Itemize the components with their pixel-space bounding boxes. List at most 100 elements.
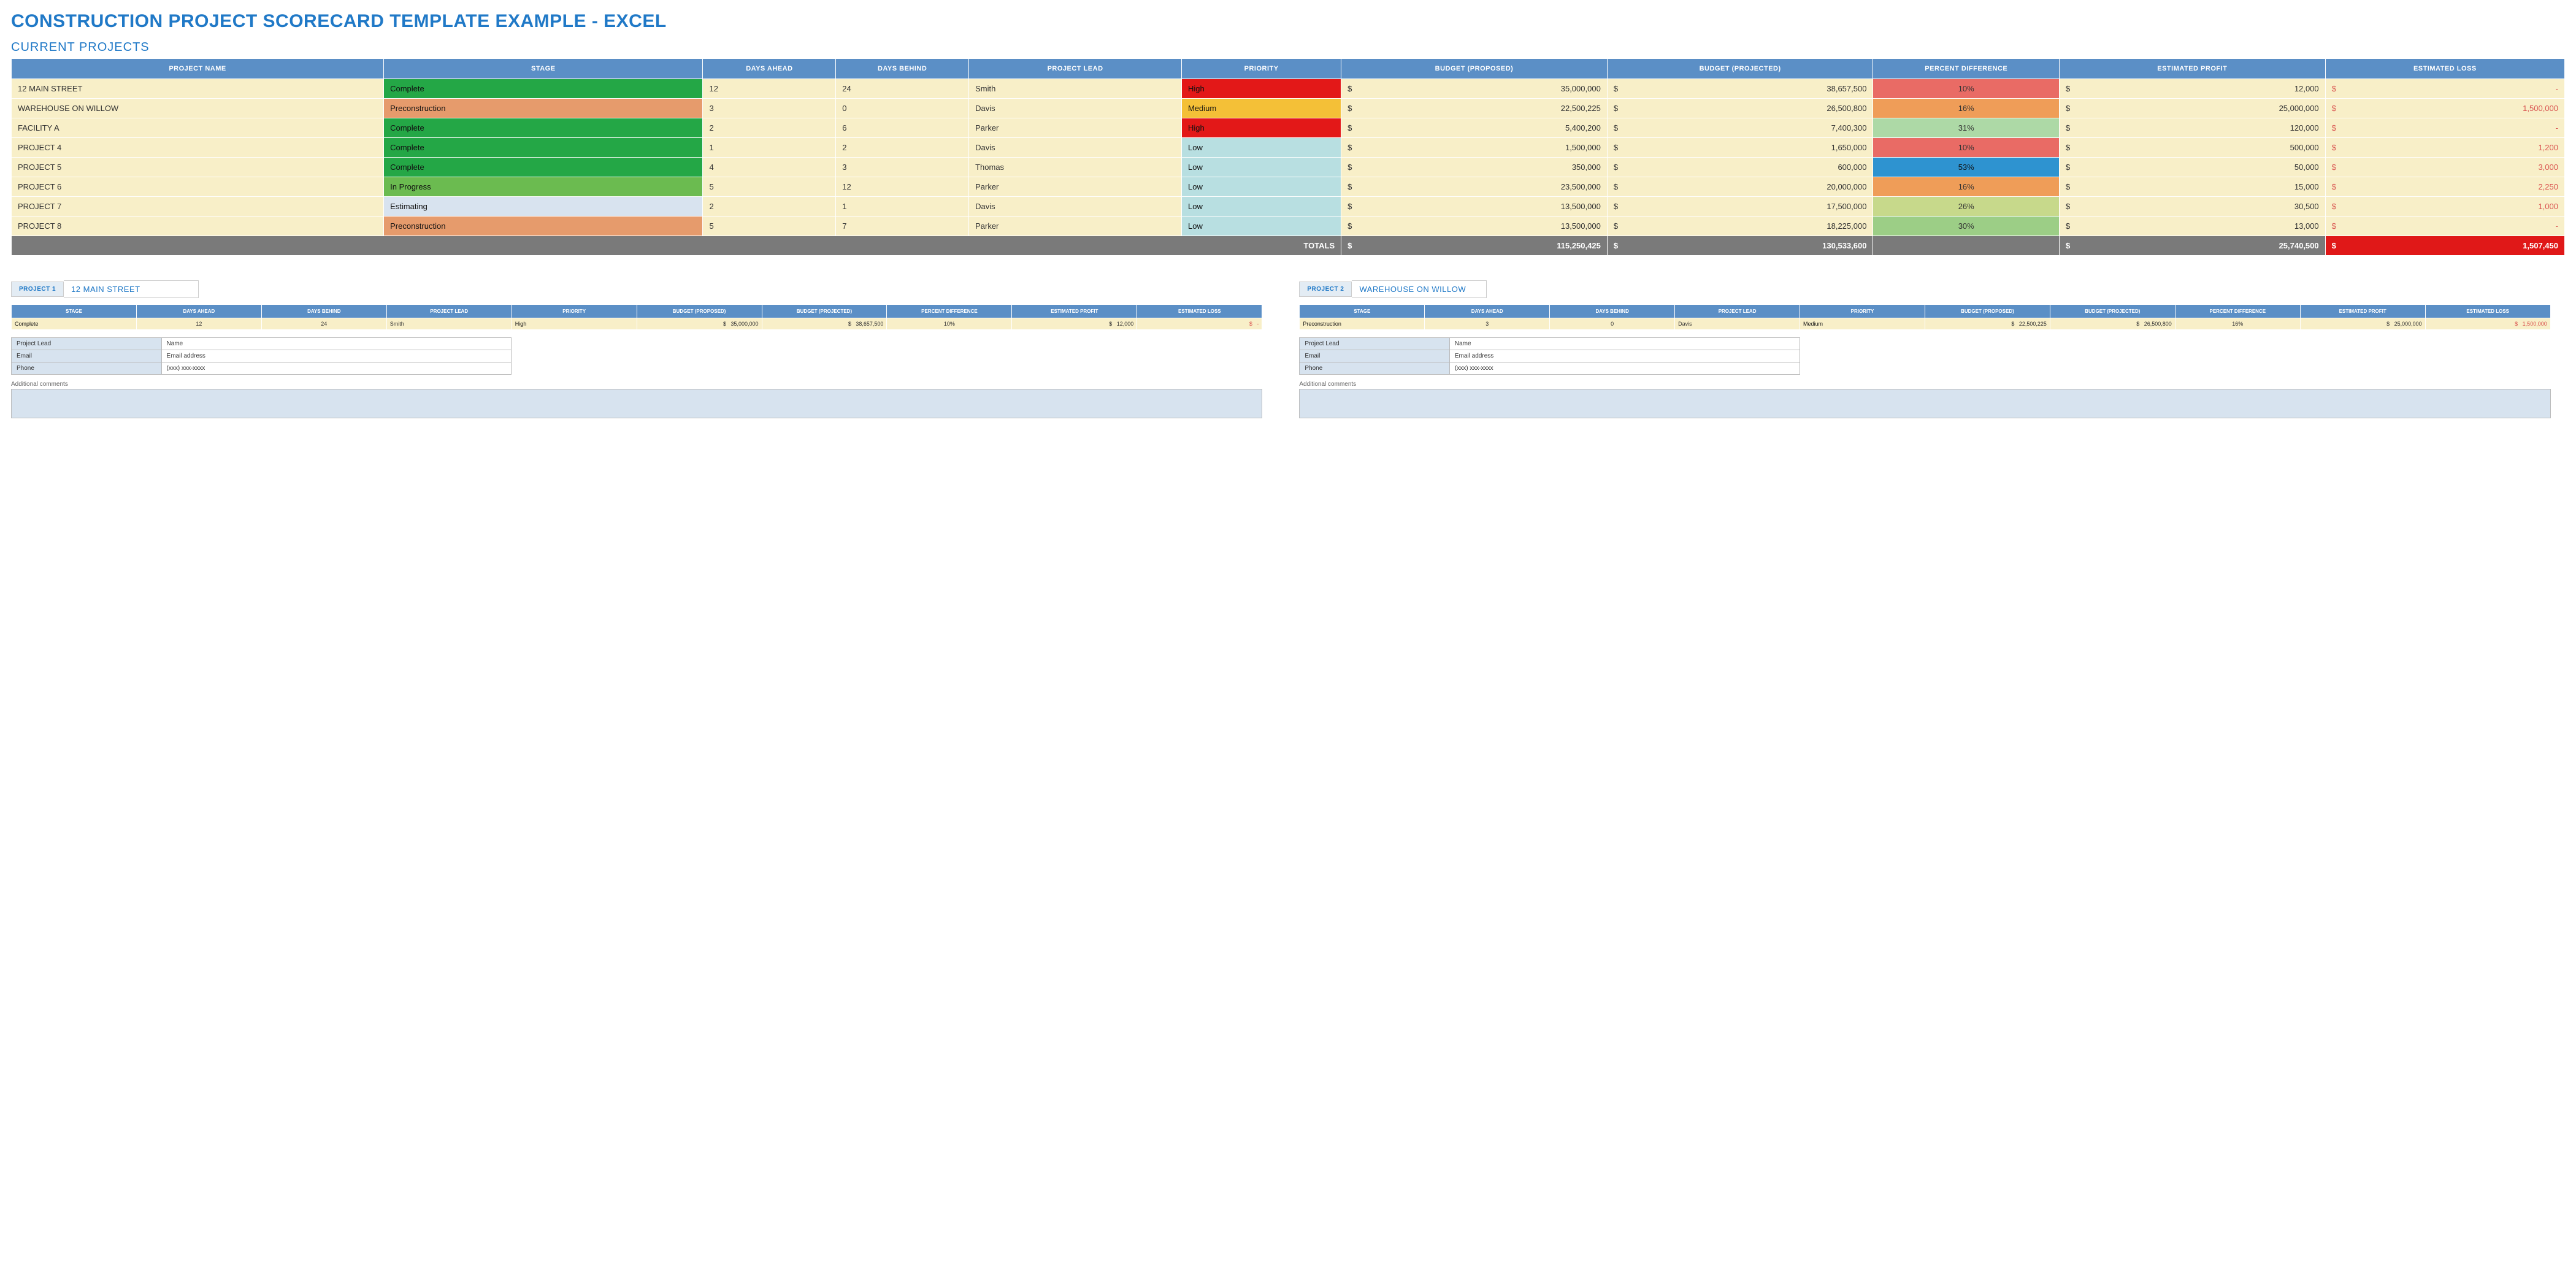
cell-budget-prop: $22,500,225 [1341,99,1608,118]
cell-budget-prop: $35,000,000 [1341,79,1608,99]
cell-lead: Parker [969,177,1182,197]
cell-lead: Parker [969,217,1182,236]
cell-budget-prop: $23,500,000 [1341,177,1608,197]
cell-name: FACILITY A [12,118,384,138]
cell-lead: Davis [969,197,1182,217]
cell-budget-proj: $600,000 [1607,158,1873,177]
mini-col-bprop: BUDGET (PROPOSED) [637,305,762,318]
cell-behind: 0 [836,99,969,118]
cell-priority: Medium [1182,99,1341,118]
table-row: FACILITY AComplete26ParkerHigh$5,400,200… [12,118,2565,138]
mini-col-lead: PROJECT LEAD [386,305,512,318]
mini-profit: $ 25,000,000 [2300,318,2425,330]
table-row: PROJECT 5Complete43ThomasLow$350,000$600… [12,158,2565,177]
cell-profit: $25,000,000 [2060,99,2326,118]
contact-phone-val: (xxx) xxx-xxxx [1449,362,1800,375]
cell-priority: Low [1182,158,1341,177]
cell-priority: High [1182,118,1341,138]
contact-email-val: Email address [161,350,512,362]
mini-col-stage: STAGE [1300,305,1425,318]
totals-loss: $1,507,450 [2325,236,2564,256]
mini-col-ahead: DAYS AHEAD [136,305,261,318]
cell-lead: Thomas [969,158,1182,177]
cell-priority: High [1182,79,1341,99]
mini-bprop: $ 35,000,000 [637,318,762,330]
mini-col-priority: PRIORITY [512,305,637,318]
col-lead: PROJECT LEAD [969,59,1182,79]
mini-priority: High [512,318,637,330]
comments-box[interactable] [11,389,1262,418]
cell-loss: $1,000 [2325,197,2564,217]
contact-phone-val: (xxx) xxx-xxxx [161,362,512,375]
cell-ahead: 4 [703,158,836,177]
contact-email-key: Email [12,350,162,362]
contact-table: Project LeadNameEmailEmail addressPhone(… [11,337,512,375]
mini-loss: $ 1,500,000 [2425,318,2550,330]
comments-label: Additional comments [11,381,1262,388]
mini-col-behind: DAYS BEHIND [1550,305,1675,318]
contact-lead-val: Name [161,338,512,350]
cell-stage: Complete [384,79,703,99]
card-header: PROJECT 112 MAIN STREET [11,280,1262,298]
cell-name: PROJECT 8 [12,217,384,236]
cell-stage: Preconstruction [384,99,703,118]
cell-profit: $12,000 [2060,79,2326,99]
cell-name: PROJECT 7 [12,197,384,217]
cell-behind: 3 [836,158,969,177]
mini-col-bproj: BUDGET (PROJECTED) [2050,305,2175,318]
cell-behind: 7 [836,217,969,236]
mini-col-profit: ESTIMATED PROFIT [1012,305,1137,318]
mini-stage: Complete [12,318,137,330]
col-ahead: DAYS AHEAD [703,59,836,79]
totals-row: TOTALS $115,250,425 $130,533,600 $25,740… [12,236,2565,256]
mini-ahead: 12 [136,318,261,330]
mini-col-bproj: BUDGET (PROJECTED) [762,305,887,318]
cell-behind: 2 [836,138,969,158]
totals-budget-prop: $115,250,425 [1341,236,1608,256]
cell-behind: 6 [836,118,969,138]
cell-profit: $500,000 [2060,138,2326,158]
cell-behind: 24 [836,79,969,99]
cell-priority: Low [1182,197,1341,217]
cell-name: PROJECT 4 [12,138,384,158]
col-stage: STAGE [384,59,703,79]
col-profit: ESTIMATED PROFIT [2060,59,2326,79]
mini-bproj: $ 26,500,800 [2050,318,2175,330]
cell-ahead: 2 [703,118,836,138]
col-budget-prop: BUDGET (PROPOSED) [1341,59,1608,79]
cell-pct: 26% [1873,197,2060,217]
mini-priority: Medium [1800,318,1925,330]
totals-pct-blank [1873,236,2060,256]
cell-budget-proj: $38,657,500 [1607,79,1873,99]
cell-budget-prop: $5,400,200 [1341,118,1608,138]
cell-profit: $120,000 [2060,118,2326,138]
cell-profit: $15,000 [2060,177,2326,197]
cell-lead: Davis [969,99,1182,118]
cell-ahead: 5 [703,217,836,236]
contact-email-val: Email address [1449,350,1800,362]
project-card: PROJECT 112 MAIN STREETSTAGEDAYS AHEADDA… [11,280,1262,418]
col-name: PROJECT NAME [12,59,384,79]
mini-row: Complete1224SmithHigh$ 35,000,000$ 38,65… [12,318,1262,330]
comments-box[interactable] [1299,389,2550,418]
mini-col-stage: STAGE [12,305,137,318]
contact-phone-key: Phone [12,362,162,375]
mini-ahead: 3 [1425,318,1550,330]
cell-loss: $3,000 [2325,158,2564,177]
cell-pct: 16% [1873,177,2060,197]
totals-label: TOTALS [12,236,1341,256]
mini-col-priority: PRIORITY [1800,305,1925,318]
cell-lead: Parker [969,118,1182,138]
cell-budget-prop: $350,000 [1341,158,1608,177]
section-title: CURRENT PROJECTS [11,40,2565,55]
cell-pct: 31% [1873,118,2060,138]
mini-behind: 0 [1550,318,1675,330]
contact-email-key: Email [1300,350,1450,362]
mini-profit: $ 12,000 [1012,318,1137,330]
table-row: PROJECT 8Preconstruction57ParkerLow$13,5… [12,217,2565,236]
cell-pct: 10% [1873,79,2060,99]
cell-name: PROJECT 6 [12,177,384,197]
mini-bprop: $ 22,500,225 [1925,318,2050,330]
contact-lead-key: Project Lead [12,338,162,350]
projects-table: PROJECT NAME STAGE DAYS AHEAD DAYS BEHIN… [11,58,2565,256]
